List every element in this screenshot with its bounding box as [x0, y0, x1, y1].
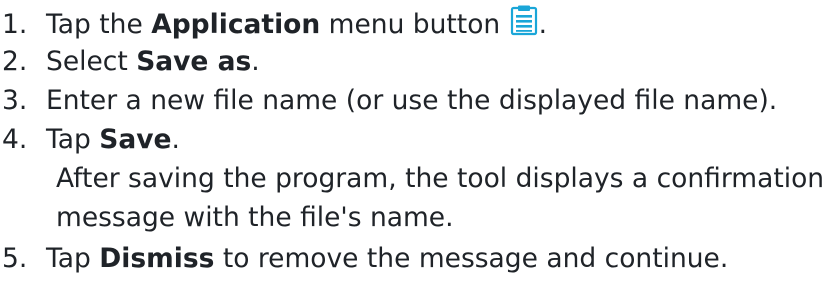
step-2: 2. Select Save as. — [0, 44, 260, 80]
step-1: 1. Tap the Application menu button . — [0, 4, 547, 43]
step-number: 4. — [2, 124, 28, 155]
dismiss-label: Dismiss — [99, 243, 215, 274]
save-as-label: Save as — [136, 46, 252, 77]
step-text: Enter a new file name (or use the displa… — [46, 85, 778, 116]
application-label: Application — [151, 9, 321, 40]
step-4-note-line-2: message with the file's name. — [56, 202, 454, 233]
step-number: 3. — [2, 85, 28, 116]
step-text: Tap Dismiss to remove the message and co… — [46, 243, 729, 274]
step-number: 5. — [2, 243, 28, 274]
step-number: 2. — [2, 46, 28, 77]
step-number: 1. — [2, 9, 28, 40]
step-5: 5. Tap Dismiss to remove the message and … — [0, 241, 728, 277]
step-3: 3. Enter a new file name (or use the disp… — [0, 83, 777, 119]
save-label: Save — [99, 124, 172, 155]
clipboard-icon — [509, 4, 539, 36]
step-text: Select Save as. — [46, 46, 260, 77]
step-4: 4. Tap Save. — [0, 122, 180, 158]
step-text: Tap the Application menu button . — [46, 5, 547, 40]
step-4-note-line-1: After saving the program, the tool displ… — [56, 163, 822, 194]
step-text: Tap Save. — [46, 124, 180, 155]
